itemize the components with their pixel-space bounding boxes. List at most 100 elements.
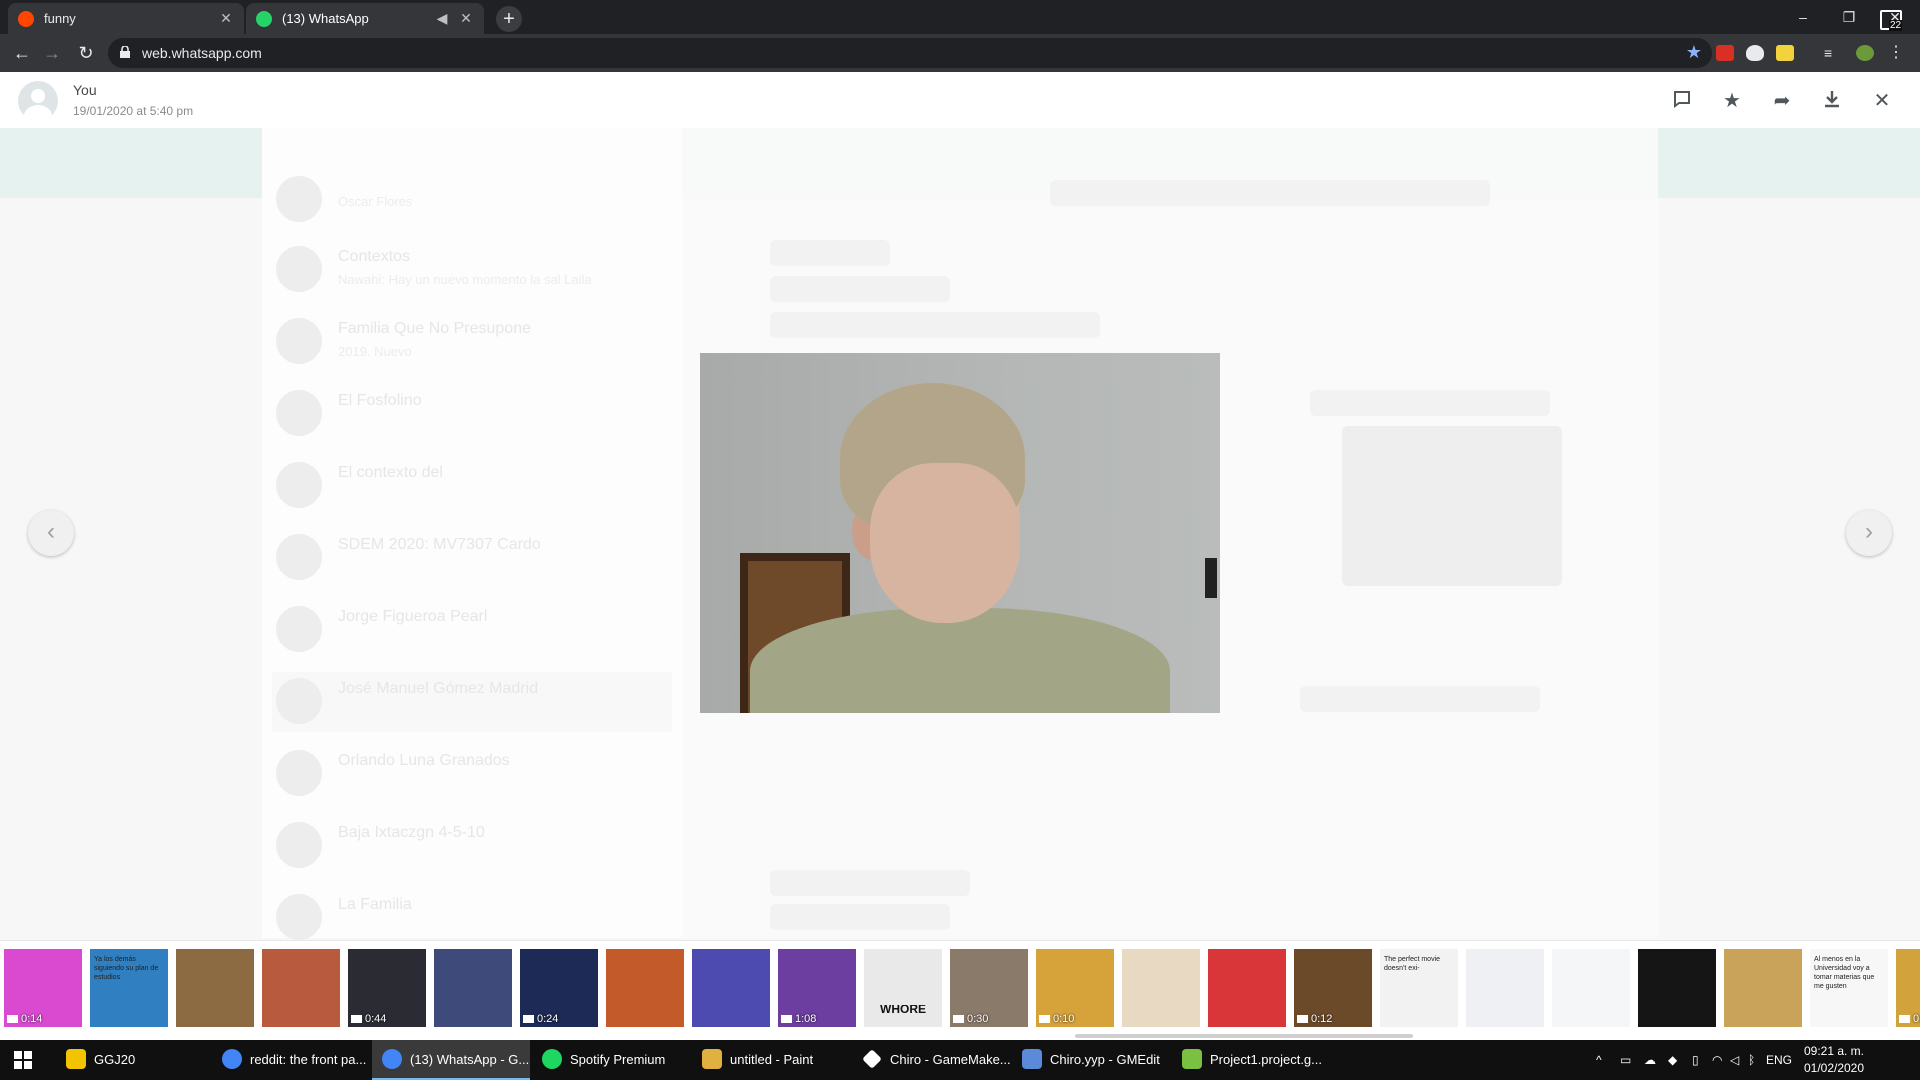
battery-icon[interactable]: ▭ <box>1620 1040 1631 1080</box>
thumbnail[interactable]: 0:12 <box>1294 949 1372 1027</box>
thumbnail[interactable]: The perfect movie doesn't exi- <box>1380 949 1458 1027</box>
pocket-extension-icon[interactable] <box>1746 45 1764 61</box>
speaker-icon[interactable]: ◀ <box>434 10 450 27</box>
tab-close-icon[interactable]: ✕ <box>218 10 234 27</box>
thumbnail[interactable] <box>262 949 340 1027</box>
thumbnail[interactable] <box>176 949 254 1027</box>
reload-icon[interactable]: ↻ <box>74 41 98 65</box>
thumbnail[interactable]: 0:16 <box>1896 949 1920 1027</box>
thumbnail[interactable]: 0:30 <box>950 949 1028 1027</box>
media-playlist-icon[interactable]: ≡ <box>1824 45 1842 61</box>
chrome-icon <box>222 1049 242 1069</box>
new-tab-button[interactable]: + <box>496 6 522 32</box>
reddit-icon <box>18 10 34 27</box>
video-duration: 0:10 <box>1039 1013 1074 1025</box>
address-bar[interactable]: web.whatsapp.com ★ <box>108 38 1712 68</box>
chat-name: Jorge Figueroa Pearl <box>338 608 488 625</box>
clock[interactable]: 09:21 a. m. 01/02/2020 <box>1796 1043 1872 1077</box>
video-camera-icon <box>1297 1015 1308 1024</box>
message-icon[interactable] <box>1670 89 1694 113</box>
video-duration: 0:24 <box>523 1013 558 1025</box>
previous-media-button[interactable]: ‹ <box>28 510 74 556</box>
forward-arrow-icon[interactable]: → <box>40 41 64 65</box>
thumbnail[interactable]: 0:14 <box>4 949 82 1027</box>
avatar <box>276 318 322 364</box>
thumbnail[interactable]: 0:44 <box>348 949 426 1027</box>
tray-chevron-icon[interactable]: ^ <box>1596 1040 1602 1080</box>
avatar <box>276 246 322 292</box>
taskbar-item-project[interactable]: Project1.project.g... <box>1172 1040 1330 1080</box>
gmail-extension-icon[interactable] <box>1716 45 1734 61</box>
thumbnail-caption: Ya los demás siguiendo su plan de estudi… <box>94 956 159 981</box>
thumbnail[interactable]: 1:08 <box>778 949 856 1027</box>
message-bubble <box>770 312 1100 338</box>
taskbar-item-gamemaker[interactable]: Chiro - GameMake... <box>852 1040 1011 1080</box>
close-icon[interactable]: ✕ <box>1870 89 1894 113</box>
media-image[interactable] <box>700 353 1220 713</box>
forward-icon[interactable]: ➦ <box>1770 89 1794 113</box>
thumbnail[interactable] <box>1638 949 1716 1027</box>
bluetooth-icon[interactable]: ᛒ <box>1748 1040 1755 1080</box>
list-item: El contexto del <box>272 456 672 516</box>
menu-kebab-icon[interactable]: ⋮ <box>1888 45 1906 61</box>
thumbnail[interactable]: Al menos en la Universidad voy a tomar m… <box>1810 949 1888 1027</box>
taskbar-item-chrome-whatsapp[interactable]: (13) WhatsApp - G... <box>372 1040 530 1080</box>
star-icon[interactable]: ★ <box>1720 89 1744 113</box>
message-timestamp: 19/01/2020 at 5:40 pm <box>73 104 194 118</box>
back-arrow-icon[interactable]: ← <box>10 41 34 65</box>
video-duration-label: 1:08 <box>795 1013 817 1025</box>
thumbnail[interactable]: WHORE <box>864 949 942 1027</box>
tab-label: (13) WhatsApp <box>282 11 369 26</box>
taskbar-item-folder[interactable]: GGJ20 <box>56 1040 206 1080</box>
bookmark-star-icon[interactable]: ★ <box>1686 42 1702 63</box>
language-indicator[interactable]: ENG <box>1766 1040 1792 1080</box>
profile-avatar[interactable] <box>1856 45 1874 61</box>
onedrive-icon[interactable]: ☁ <box>1644 1040 1656 1080</box>
video-duration: 0:30 <box>953 1013 988 1025</box>
notes-extension-icon[interactable] <box>1776 45 1794 61</box>
dropbox-icon[interactable]: ◆ <box>1668 1040 1677 1080</box>
thumbnail[interactable] <box>434 949 512 1027</box>
media-viewer-header <box>0 72 1920 128</box>
video-duration-label: 0:24 <box>537 1013 559 1025</box>
video-duration: 0:12 <box>1297 1013 1332 1025</box>
thumbnail[interactable] <box>1208 949 1286 1027</box>
restore-button[interactable]: ❐ <box>1826 4 1872 30</box>
tab-close-icon[interactable]: ✕ <box>458 10 474 27</box>
taskbar-item-chrome-reddit[interactable]: reddit: the front pa... <box>212 1040 370 1080</box>
list-item: Familia Que No Presupone 2019. Nuevo <box>272 312 672 372</box>
url-text: web.whatsapp.com <box>142 45 262 61</box>
thumbnail[interactable] <box>1122 949 1200 1027</box>
wifi-icon[interactable]: ◠ <box>1712 1040 1722 1080</box>
video-duration: 1:08 <box>781 1013 816 1025</box>
chat-name: Familia Que No Presupone <box>338 320 531 337</box>
thumbnail[interactable]: 0:10 <box>1036 949 1114 1027</box>
windows-start-icon[interactable] <box>14 1051 32 1069</box>
volume-icon[interactable]: ◁ <box>1730 1040 1739 1080</box>
whatsapp-icon <box>256 10 272 27</box>
taskbar-item-gmedit[interactable]: Chiro.yyp - GMEdit <box>1012 1040 1170 1080</box>
tab-funny[interactable]: funny ✕ <box>8 3 244 34</box>
taskbar-item-label: Spotify Premium <box>570 1051 666 1067</box>
taskbar-item-paint[interactable]: untitled - Paint <box>692 1040 850 1080</box>
avatar <box>276 894 322 940</box>
thumbnail[interactable] <box>1724 949 1802 1027</box>
thumbnail[interactable] <box>606 949 684 1027</box>
thumbnail[interactable] <box>1466 949 1544 1027</box>
thumbnail[interactable]: 0:24 <box>520 949 598 1027</box>
tab-whatsapp[interactable]: (13) WhatsApp ◀ ✕ <box>246 3 484 34</box>
download-icon[interactable] <box>1820 89 1844 113</box>
power-icon[interactable]: ▯ <box>1692 1040 1699 1080</box>
video-camera-icon <box>523 1015 534 1024</box>
taskbar-item-spotify[interactable]: Spotify Premium <box>532 1040 690 1080</box>
thumbnail-caption: WHORE <box>880 1005 926 1014</box>
next-media-button[interactable]: › <box>1846 510 1892 556</box>
thumbnail[interactable]: Ya los demás siguiendo su plan de estudi… <box>90 949 168 1027</box>
minimize-button[interactable]: – <box>1780 4 1826 30</box>
thumbnail[interactable] <box>1552 949 1630 1027</box>
thumbnail-scrollbar[interactable] <box>1075 1034 1413 1038</box>
shirt-shape <box>750 608 1170 713</box>
video-camera-icon <box>781 1015 792 1024</box>
gmedit-icon <box>1022 1049 1042 1069</box>
thumbnail[interactable] <box>692 949 770 1027</box>
